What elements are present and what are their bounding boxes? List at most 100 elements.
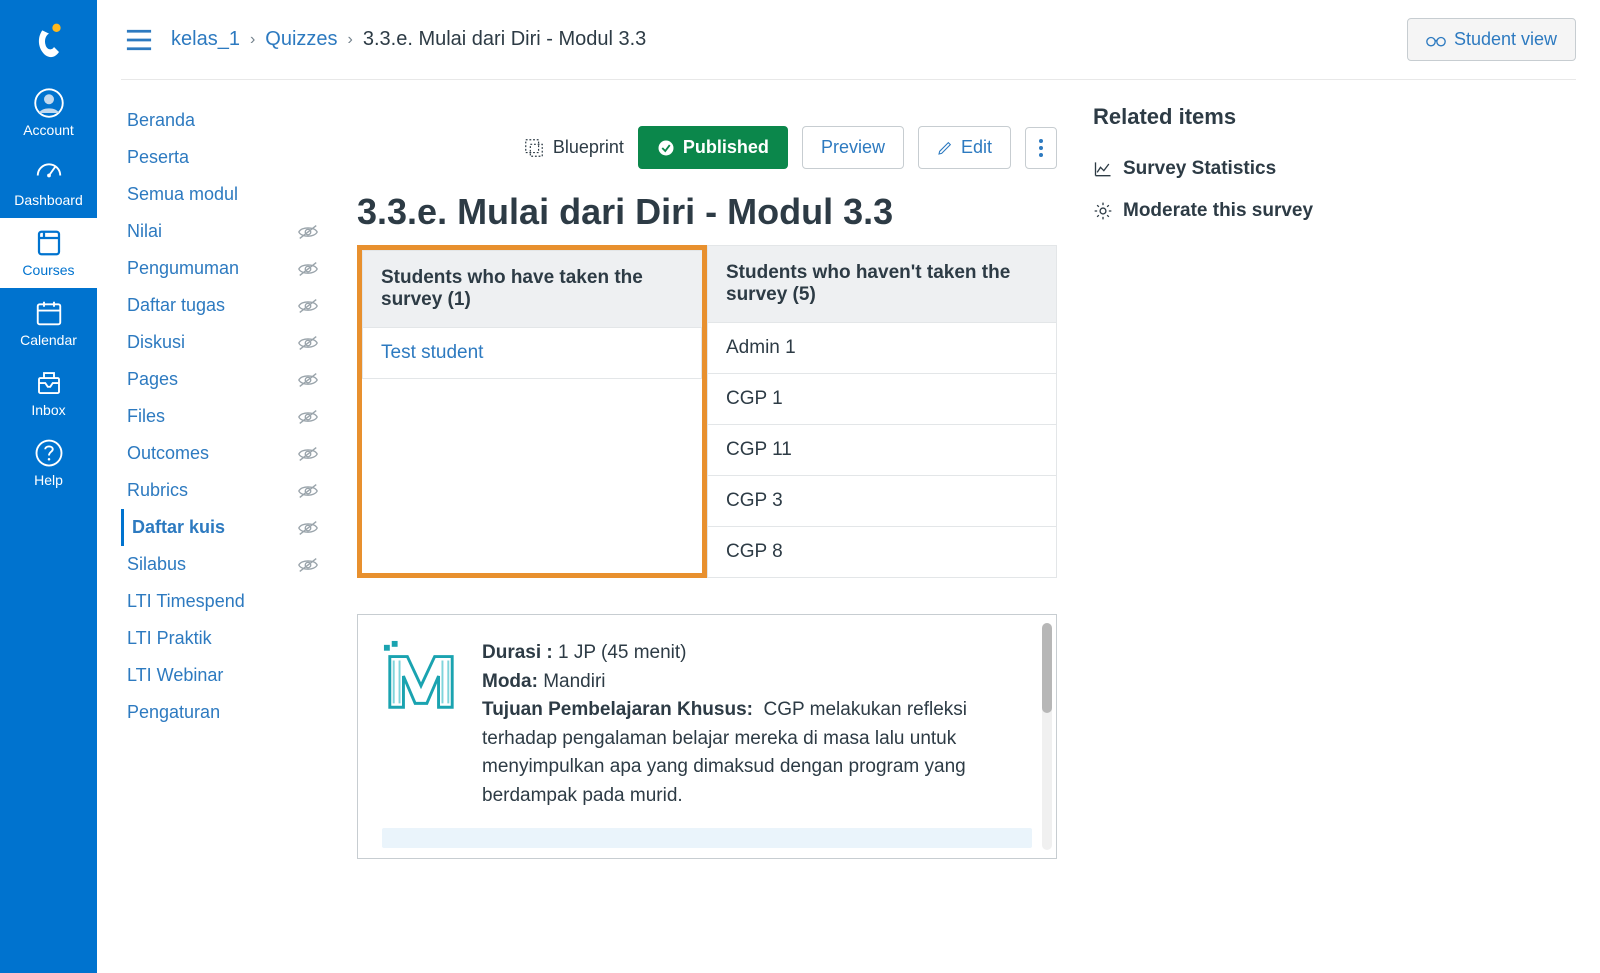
course-nav-item[interactable]: Pengaturan [121, 694, 321, 731]
course-nav-label: Diskusi [127, 332, 185, 353]
page-title: 3.3.e. Mulai dari Diri - Modul 3.3 [357, 191, 1057, 233]
check-circle-icon [657, 139, 675, 157]
breadcrumb-section[interactable]: Quizzes [265, 28, 337, 51]
nav-inbox-label: Inbox [31, 402, 65, 418]
course-nav-label: Daftar kuis [132, 517, 225, 538]
moda-value: Mandiri [543, 671, 605, 692]
moderate-survey-link[interactable]: Moderate this survey [1093, 190, 1373, 232]
hidden-icon [297, 445, 319, 463]
nav-dashboard[interactable]: Dashboard [0, 148, 97, 218]
hidden-icon [297, 334, 319, 352]
account-icon [34, 88, 64, 118]
course-nav-item[interactable]: Files [121, 398, 321, 435]
hidden-icon [297, 297, 319, 315]
table-row: Admin 1 [707, 323, 1057, 374]
course-nav-item[interactable]: LTI Timespend [121, 583, 321, 620]
course-nav-item[interactable]: Silabus [121, 546, 321, 583]
survey-statistics-label: Survey Statistics [1123, 158, 1276, 180]
edit-button[interactable]: Edit [918, 126, 1011, 169]
nav-courses-label: Courses [22, 262, 74, 278]
course-nav-label: Daftar tugas [127, 295, 225, 316]
course-nav-label: Outcomes [127, 443, 209, 464]
hidden-icon [297, 408, 319, 426]
content-text: Durasi : 1 JP (45 menit) Moda: Mandiri T… [482, 639, 1032, 810]
breadcrumb-course[interactable]: kelas_1 [171, 28, 240, 51]
content-highlight [382, 828, 1032, 848]
table-row: CGP 1 [707, 374, 1057, 425]
course-nav-item[interactable]: Beranda [121, 102, 321, 139]
nav-inbox[interactable]: Inbox [0, 358, 97, 428]
hidden-icon [297, 260, 319, 278]
table-row: CGP 11 [707, 425, 1057, 476]
stats-icon [1093, 159, 1113, 179]
nav-account-label: Account [23, 122, 74, 138]
course-nav-item[interactable]: Diskusi [121, 324, 321, 361]
course-nav-item[interactable]: LTI Praktik [121, 620, 321, 657]
course-nav-item[interactable]: Daftar tugas [121, 287, 321, 324]
rail-heading: Related items [1093, 104, 1373, 130]
course-nav-label: Silabus [127, 554, 186, 575]
published-button[interactable]: Published [638, 126, 788, 169]
global-nav: Account Dashboard Courses Calendar Inbox… [0, 0, 97, 973]
table-row: Test student [362, 328, 702, 379]
course-nav-item[interactable]: Rubrics [121, 472, 321, 509]
student-link[interactable]: Test student [381, 342, 483, 363]
course-nav-label: Pengaturan [127, 702, 220, 723]
hidden-icon [297, 371, 319, 389]
courses-icon [34, 228, 64, 258]
hamburger-icon[interactable] [125, 29, 153, 51]
nav-help[interactable]: Help [0, 428, 97, 498]
course-nav-label: Pages [127, 369, 178, 390]
nav-dashboard-label: Dashboard [14, 192, 83, 208]
course-nav-label: Semua modul [127, 184, 238, 205]
hidden-icon [297, 482, 319, 500]
course-nav-label: LTI Webinar [127, 665, 223, 686]
durasi-label: Durasi : [482, 642, 553, 663]
course-nav-label: Rubrics [127, 480, 188, 501]
course-nav-item[interactable]: LTI Webinar [121, 657, 321, 694]
module-m-icon [382, 639, 460, 717]
survey-statistics-link[interactable]: Survey Statistics [1093, 148, 1373, 190]
course-nav-item[interactable]: Pages [121, 361, 321, 398]
nav-account[interactable]: Account [0, 78, 97, 148]
app-logo[interactable] [25, 18, 73, 66]
nav-calendar-label: Calendar [20, 332, 77, 348]
blueprint-indicator: Blueprint [523, 137, 624, 159]
course-nav-label: Pengumuman [127, 258, 239, 279]
pencil-icon [937, 140, 953, 156]
course-nav-label: LTI Praktik [127, 628, 212, 649]
course-nav-label: Nilai [127, 221, 162, 242]
glasses-icon [1426, 33, 1446, 47]
edit-label: Edit [961, 137, 992, 158]
not-taken-header: Students who haven't taken the survey (5… [707, 245, 1057, 323]
course-nav-item[interactable]: Outcomes [121, 435, 321, 472]
course-nav-item[interactable]: Pengumuman [121, 250, 321, 287]
kebab-icon [1038, 138, 1044, 158]
breadcrumb-sep: › [250, 31, 255, 49]
moderate-survey-label: Moderate this survey [1123, 200, 1313, 222]
preview-button[interactable]: Preview [802, 126, 904, 169]
course-nav-item[interactable]: Daftar kuis [121, 509, 321, 546]
nav-help-label: Help [34, 472, 63, 488]
nav-courses[interactable]: Courses [0, 218, 97, 288]
course-nav-item[interactable]: Nilai [121, 213, 321, 250]
student-view-label: Student view [1454, 29, 1557, 50]
gear-icon [1093, 201, 1113, 221]
breadcrumbs: kelas_1 › Quizzes › 3.3.e. Mulai dari Di… [171, 28, 646, 51]
course-nav: BerandaPeserta Semua modul Nilai Pengumuman… [121, 98, 321, 859]
blueprint-label: Blueprint [553, 137, 624, 158]
course-nav-item[interactable]: Semua modul [121, 176, 321, 213]
more-options-button[interactable] [1025, 127, 1057, 169]
published-label: Published [683, 137, 769, 158]
hidden-icon [297, 519, 319, 537]
course-nav-item[interactable]: Peserta [121, 139, 321, 176]
nav-calendar[interactable]: Calendar [0, 288, 97, 358]
inbox-icon [34, 368, 64, 398]
hidden-icon [297, 223, 319, 241]
help-icon [34, 438, 64, 468]
survey-table: Students who have taken the survey (1) T… [357, 245, 1057, 578]
dashboard-icon [34, 158, 64, 188]
student-view-button[interactable]: Student view [1407, 18, 1576, 61]
content-card: Durasi : 1 JP (45 menit) Moda: Mandiri T… [357, 614, 1057, 859]
card-scrollbar[interactable] [1042, 623, 1052, 850]
